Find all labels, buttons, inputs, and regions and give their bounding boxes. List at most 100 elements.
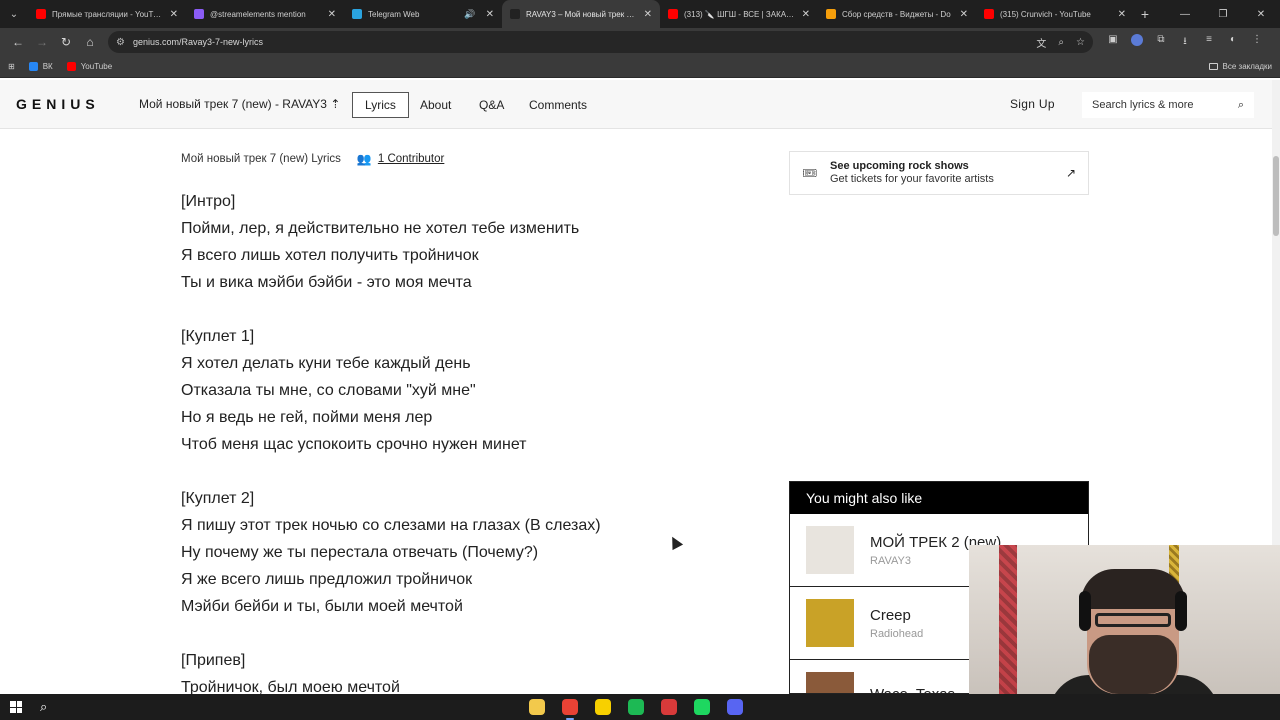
back-icon[interactable]: ← bbox=[6, 30, 30, 54]
tab-close-icon[interactable]: ✕ bbox=[802, 9, 810, 20]
lyrics-line[interactable]: Я хотел делать куни тебе каждый день bbox=[181, 350, 741, 377]
new-tab-button[interactable]: + bbox=[1134, 6, 1156, 22]
media-icon[interactable]: ≡ bbox=[1197, 34, 1221, 51]
tab-favicon-icon bbox=[36, 9, 46, 19]
lyrics-line[interactable]: Но я ведь не гей, пойми меня лер bbox=[181, 404, 741, 431]
close-window-icon[interactable]: ✕ bbox=[1242, 0, 1280, 28]
folder-icon bbox=[1208, 63, 1218, 70]
lyrics-line[interactable]: Я пишу этот трек ночью со слезами на гла… bbox=[181, 512, 741, 539]
tab-title: RAVAY3 – Мой новый трек 7 (n bbox=[526, 9, 638, 19]
search-input[interactable]: Search lyrics & more ⌕ bbox=[1082, 92, 1254, 118]
taskbar-app-app-yellow-icon[interactable] bbox=[595, 699, 611, 715]
tab-title: (315) Crunvich - YouTube bbox=[1000, 9, 1091, 19]
tab-close-icon[interactable]: ✕ bbox=[1118, 9, 1126, 20]
translate-icon[interactable]: 文 bbox=[1036, 35, 1046, 50]
lyrics-section-header[interactable]: [Интро] bbox=[181, 188, 741, 215]
tab-close-icon[interactable]: ✕ bbox=[644, 9, 652, 20]
taskbar-app-app-red-icon[interactable] bbox=[661, 699, 677, 715]
lyrics-body: [Интро] Пойми, лер, я действительно не хо… bbox=[181, 188, 741, 701]
forward-icon[interactable]: → bbox=[30, 30, 54, 54]
suggested-song-text: Waco, Texas bbox=[870, 685, 956, 694]
browser-toolbar: ← → ↻ ⌂ ⚙ genius.com/Ravay3-7-new-lyrics… bbox=[0, 28, 1280, 56]
contributors-link[interactable]: 1 Contributor bbox=[378, 153, 444, 165]
lyrics-line[interactable]: Чтоб меня щас успокоить срочно нужен мин… bbox=[181, 431, 741, 458]
home-icon[interactable]: ⌂ bbox=[78, 30, 102, 54]
download-icon[interactable]: ⭳ bbox=[1173, 34, 1197, 51]
sign-up-link[interactable]: Sign Up bbox=[1010, 97, 1055, 111]
tab-lyrics[interactable]: Lyrics bbox=[352, 92, 409, 118]
tab-qa[interactable]: Q&A bbox=[467, 92, 516, 118]
lyrics-section-header[interactable]: [Припев] bbox=[181, 647, 741, 674]
windows-start-icon[interactable] bbox=[10, 701, 22, 713]
tab-favicon-icon bbox=[668, 9, 678, 19]
menu-icon[interactable]: ⋮ bbox=[1245, 34, 1269, 51]
profile-avatar[interactable] bbox=[1131, 33, 1143, 46]
toolbar-actions: ▣ ⧉ ⭳ ≡ ◐ ⋮ bbox=[1101, 33, 1269, 51]
bookmark-item[interactable]: YouTube bbox=[66, 62, 112, 71]
song-header-title[interactable]: Мой новый трек 7 (new) - RAVAY3 ⇡ bbox=[139, 97, 340, 111]
lyrics-line[interactable]: Мэйби бейби и ты, были моей мечтой bbox=[181, 593, 741, 620]
tab-favicon-icon bbox=[510, 9, 520, 19]
browser-tab[interactable]: (315) Crunvich - YouTube ✕ bbox=[976, 0, 1134, 28]
account-icon[interactable]: ◐ bbox=[1221, 34, 1245, 51]
promo-text: See upcoming rock shows Get tickets for … bbox=[830, 160, 1066, 186]
apps-grid-icon[interactable]: ⊞ bbox=[8, 62, 15, 71]
genius-logo[interactable]: GENIUS bbox=[16, 96, 100, 112]
tab-close-icon[interactable]: ✕ bbox=[960, 9, 968, 20]
tickets-promo[interactable]: 🎟 See upcoming rock shows Get tickets fo… bbox=[789, 151, 1089, 195]
minimize-icon[interactable]: — bbox=[1166, 0, 1204, 28]
all-bookmarks-button[interactable]: Все закладки bbox=[1208, 62, 1272, 71]
scrollbar-thumb[interactable] bbox=[1273, 156, 1279, 236]
taskbar-app-discord-icon[interactable] bbox=[727, 699, 743, 715]
bookmarks-bar: ⊞ ВК YouTube Все закладки bbox=[0, 56, 1280, 78]
bookmark-item[interactable]: ВК bbox=[28, 62, 53, 71]
lyrics-line[interactable]: Я же всего лишь предложил тройничок bbox=[181, 566, 741, 593]
lyrics-meta: Мой новый трек 7 (new) Lyrics 👥 1 Contri… bbox=[181, 152, 444, 166]
tab-favicon-icon bbox=[352, 9, 362, 19]
taskbar-app-app-green-circle-icon[interactable] bbox=[628, 699, 644, 715]
lyrics-section-header[interactable]: [Куплет 2] bbox=[181, 485, 741, 512]
taskbar-app-file-explorer-icon[interactable] bbox=[529, 699, 545, 715]
extension-icon[interactable]: ▣ bbox=[1101, 34, 1125, 51]
browser-tab[interactable]: Сбор средств - Виджеты - Do ✕ bbox=[818, 0, 976, 28]
lyrics-line[interactable]: Ты и вика мэйби бэйби - это моя мечта bbox=[181, 269, 741, 296]
scroll-to-top-icon: ⇡ bbox=[330, 97, 341, 111]
site-info-icon[interactable]: ⚙ bbox=[116, 37, 125, 48]
tab-close-icon[interactable]: ✕ bbox=[170, 9, 178, 20]
search-icon[interactable]: ⌕ bbox=[1238, 99, 1244, 112]
reload-icon[interactable]: ↻ bbox=[54, 30, 78, 54]
tab-favicon-icon bbox=[826, 9, 836, 19]
lyrics-line bbox=[181, 296, 741, 323]
lyrics-line[interactable]: Отказала ты мне, со словами "хуй мне" bbox=[181, 377, 741, 404]
tab-close-icon[interactable]: ✕ bbox=[328, 9, 336, 20]
song-header-text: Мой новый трек 7 (new) - RAVAY3 bbox=[139, 97, 327, 111]
lyrics-line[interactable]: Я всего лишь хотел получить тройничок bbox=[181, 242, 741, 269]
address-bar[interactable]: ⚙ genius.com/Ravay3-7-new-lyrics 文 ⌕ ☆ bbox=[108, 31, 1093, 53]
tab-comments[interactable]: Comments bbox=[517, 92, 599, 118]
tab-audio-icon[interactable]: 🔊 bbox=[464, 9, 475, 20]
promo-title: See upcoming rock shows bbox=[830, 160, 969, 172]
restore-icon[interactable]: ❐ bbox=[1204, 0, 1242, 28]
tab-about[interactable]: About bbox=[408, 92, 463, 118]
headphones-left bbox=[1079, 591, 1091, 631]
lyrics-line[interactable]: Пойми, лер, я действительно не хотел теб… bbox=[181, 215, 741, 242]
browser-tab[interactable]: (313) 🔪 ШГШ - ВСЕ | ЗАКАЗ Р ✕ bbox=[660, 0, 818, 28]
webcam-overlay bbox=[969, 545, 1280, 694]
tab-search-dropdown[interactable]: ⌄ bbox=[0, 0, 28, 28]
suggested-song-title: Waco, Texas bbox=[870, 685, 956, 694]
browser-tab[interactable]: RAVAY3 – Мой новый трек 7 (n ✕ bbox=[502, 0, 660, 28]
lyrics-section-header[interactable]: [Куплет 1] bbox=[181, 323, 741, 350]
browser-tab[interactable]: Telegram Web 🔊 ✕ bbox=[344, 0, 502, 28]
bookmark-star-icon[interactable]: ☆ bbox=[1076, 37, 1085, 48]
browser-tab[interactable]: @streamelements mention ✕ bbox=[186, 0, 344, 28]
lyrics-line[interactable]: Ну почему же ты перестала отвечать (Поче… bbox=[181, 539, 741, 566]
tab-close-icon[interactable]: ✕ bbox=[486, 9, 494, 20]
extensions-puzzle-icon[interactable]: ⧉ bbox=[1149, 34, 1173, 51]
taskbar-app-chrome-icon[interactable] bbox=[562, 699, 578, 720]
taskbar-search-icon[interactable]: ⌕ bbox=[40, 699, 56, 715]
tab-favicon-icon bbox=[984, 9, 994, 19]
bookmark-label: ВК bbox=[42, 62, 53, 71]
zoom-icon[interactable]: ⌕ bbox=[1058, 37, 1064, 48]
taskbar-app-spotify-icon[interactable] bbox=[694, 699, 710, 715]
browser-tab[interactable]: Прямые трансляции - YouTube ✕ bbox=[28, 0, 186, 28]
